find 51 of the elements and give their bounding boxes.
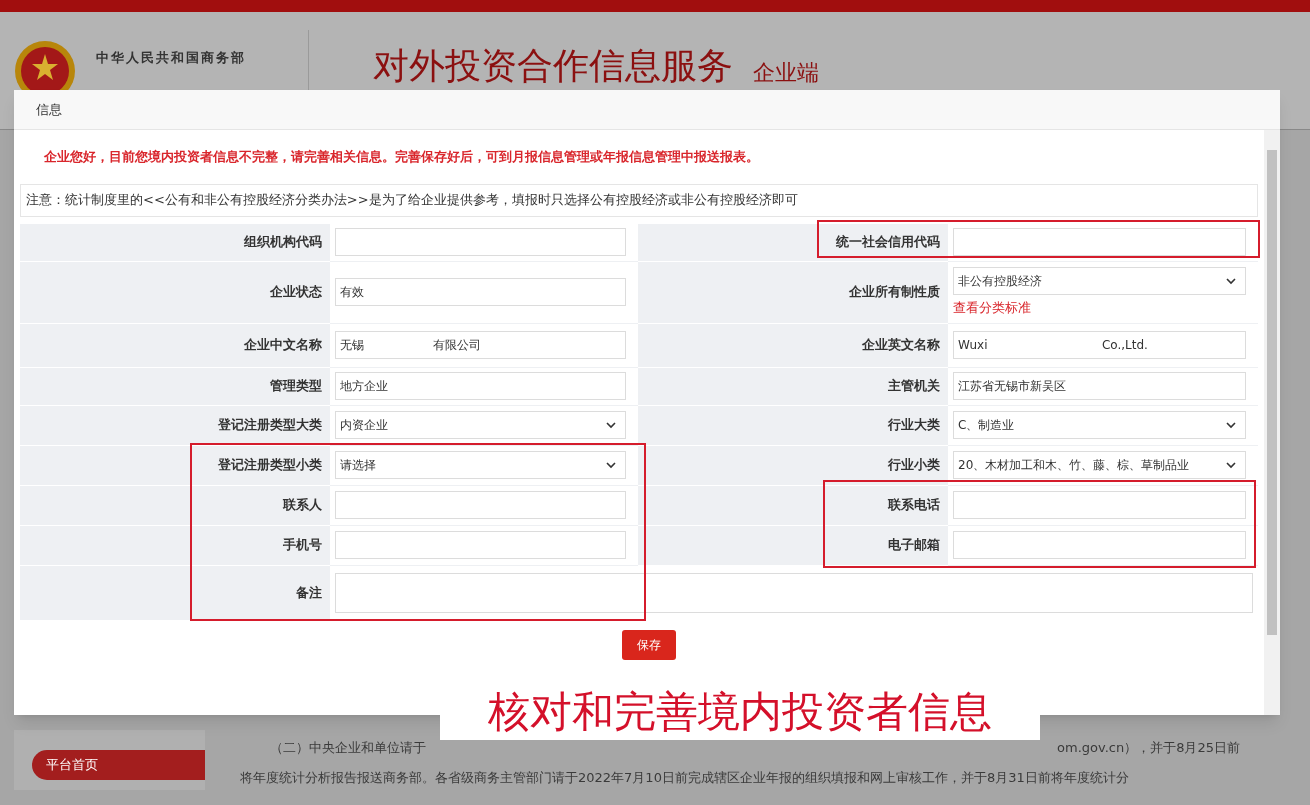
field-label: 登记注册类型大类 xyxy=(20,405,330,446)
field-label: 手机号 xyxy=(20,525,330,566)
warning-text: 企业您好，目前您境内投资者信息不完整，请完善相关信息。完善保存好后，可到月报信息管理或年报信息管理中报送报表。 xyxy=(43,148,760,166)
chevron-down-icon xyxy=(1225,419,1237,431)
classification-link[interactable]: 查看分类标准 xyxy=(953,297,1246,318)
service-title: 对外投资合作信息服务 xyxy=(373,48,733,84)
input-field[interactable]: 江苏省无锡市新吴区 xyxy=(953,372,1246,400)
input-field[interactable]: 地方企业 xyxy=(335,372,626,400)
input-field[interactable] xyxy=(335,491,626,519)
field-label: 联系电话 xyxy=(638,485,948,526)
note-text: 注意：统计制度里的<<公有和非公有控股经济分类办法>>是为了给企业提供参考，填报时只选择公有控股经济或非公有控股经济即可 xyxy=(20,183,1258,217)
field-label: 管理类型 xyxy=(20,367,330,406)
input-field[interactable] xyxy=(335,531,626,559)
input-field[interactable]: 无锡 有限公司 xyxy=(335,331,626,359)
field-label: 登记注册类型小类 xyxy=(20,445,330,486)
field-label: 联系人 xyxy=(20,485,330,526)
dropdown-field[interactable]: 请选择 xyxy=(335,451,626,479)
ministry-name: 中华人民共和国商务部 xyxy=(96,49,246,67)
field-label: 统一社会信用代码 xyxy=(638,223,948,262)
scrollbar[interactable] xyxy=(1264,130,1280,715)
dropdown-field[interactable]: C、制造业 xyxy=(953,411,1246,439)
field-label: 主管机关 xyxy=(638,367,948,406)
field-label: 企业状态 xyxy=(20,261,330,324)
notice-text: om.gov.cn），并于8月25日前 xyxy=(1057,739,1240,757)
dropdown-field[interactable]: 非公有控股经济 xyxy=(953,266,1246,295)
sidebar-item[interactable]: 平台首页 xyxy=(32,750,205,780)
field-label: 企业英文名称 xyxy=(638,323,948,368)
field-label: 组织机构代码 xyxy=(20,223,330,262)
input-field[interactable] xyxy=(953,491,1246,519)
chevron-down-icon xyxy=(605,419,617,431)
field-label: 备注 xyxy=(20,565,330,620)
client-label: 企业端 xyxy=(753,59,819,87)
field-label: 企业所有制性质 xyxy=(638,261,948,324)
remark-field[interactable] xyxy=(335,572,1253,613)
field-label: 电子邮箱 xyxy=(638,525,948,566)
input-field[interactable]: 有效 xyxy=(335,278,626,306)
field-label: 行业大类 xyxy=(638,405,948,446)
save-button[interactable]: 保存 xyxy=(622,629,676,660)
input-field[interactable] xyxy=(953,531,1246,559)
notice-text: 将年度统计分析报告报送商务部。各省级商务主管部门请于2022年7月10日前完成辖区企业年报的组织填报和网上审核工作，并于8月31日前将年度统计分 xyxy=(240,769,1130,787)
notice-text: （二）中央企业和单位请于 xyxy=(269,739,426,757)
input-field[interactable] xyxy=(335,228,626,256)
chevron-down-icon xyxy=(605,459,617,471)
chevron-down-icon xyxy=(1225,459,1237,471)
input-field[interactable] xyxy=(953,228,1246,256)
dropdown-field[interactable]: 内资企业 xyxy=(335,411,626,439)
field-label: 行业小类 xyxy=(638,445,948,486)
dialog-title: 信息 xyxy=(14,90,1280,130)
input-field[interactable]: Wuxi Co.,Ltd. xyxy=(953,331,1246,359)
dropdown-field[interactable]: 20、木材加工和木、竹、藤、棕、草制品业 xyxy=(953,451,1246,479)
field-label: 企业中文名称 xyxy=(20,323,330,368)
